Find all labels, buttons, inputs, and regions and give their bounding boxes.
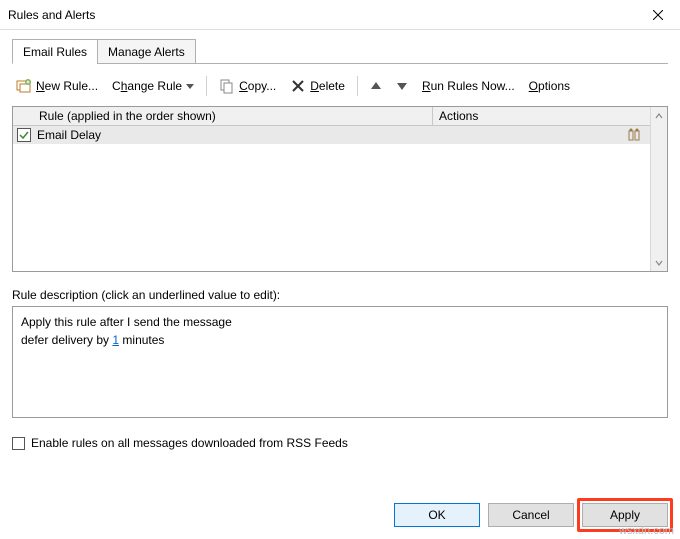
desc-line2-prefix: defer delivery by: [21, 333, 112, 347]
defer-icon: [626, 127, 642, 143]
dialog-footer: OK Cancel Apply: [394, 503, 668, 527]
window-title: Rules and Alerts: [8, 8, 95, 22]
tab-email-rules-label: Email Rules: [23, 45, 87, 59]
rss-label: Enable rules on all messages downloaded …: [31, 436, 348, 450]
col-rule-header[interactable]: Rule (applied in the order shown): [13, 107, 433, 125]
apply-label: Apply: [610, 508, 640, 522]
close-icon: [653, 10, 663, 20]
scroll-up-button[interactable]: [651, 107, 668, 124]
col-actions-header[interactable]: Actions: [433, 107, 650, 125]
chevron-down-icon: [655, 259, 663, 267]
options-label: Options: [529, 79, 570, 93]
desc-line1: Apply this rule after I send the message: [21, 313, 659, 331]
cancel-button[interactable]: Cancel: [488, 503, 574, 527]
close-button[interactable]: [636, 0, 680, 30]
dropdown-icon: [186, 79, 194, 93]
apply-button[interactable]: Apply: [582, 503, 668, 527]
new-rule-button[interactable]: New Rule...: [14, 76, 100, 96]
ok-button[interactable]: OK: [394, 503, 480, 527]
run-rules-button[interactable]: Run Rules Now...: [420, 77, 517, 95]
move-up-button[interactable]: [368, 78, 384, 94]
triangle-up-icon: [370, 80, 382, 92]
copy-label: Copy...: [239, 79, 276, 93]
rule-row[interactable]: Email Delay: [13, 126, 650, 144]
divider: [357, 76, 358, 96]
desc-line2-suffix: minutes: [119, 333, 164, 347]
delete-label: Delete: [310, 79, 345, 93]
chevron-up-icon: [655, 112, 663, 120]
tabs: Email Rules Manage Alerts: [12, 38, 668, 64]
desc-line2: defer delivery by 1 minutes: [21, 331, 659, 349]
delete-icon: [290, 78, 306, 94]
move-down-button[interactable]: [394, 78, 410, 94]
copy-icon: [219, 78, 235, 94]
ok-label: OK: [428, 508, 445, 522]
description-box: Apply this rule after I send the message…: [12, 306, 668, 418]
rule-name: Email Delay: [37, 128, 433, 142]
tab-manage-alerts-label: Manage Alerts: [108, 45, 185, 59]
toolbar: New Rule... Change Rule Copy... Delete: [12, 72, 668, 106]
description-label: Rule description (click an underlined va…: [12, 288, 668, 302]
new-rule-icon: [16, 78, 32, 94]
rules-header: Rule (applied in the order shown) Action…: [13, 107, 650, 126]
cancel-label: Cancel: [512, 508, 549, 522]
rss-option: Enable rules on all messages downloaded …: [12, 436, 668, 450]
tab-manage-alerts[interactable]: Manage Alerts: [97, 39, 196, 64]
tab-email-rules[interactable]: Email Rules: [12, 39, 98, 64]
rules-list: Rule (applied in the order shown) Action…: [12, 106, 668, 272]
titlebar: Rules and Alerts: [0, 0, 680, 30]
run-rules-label: Run Rules Now...: [422, 79, 515, 93]
apply-highlight: Apply: [577, 498, 673, 532]
divider: [206, 76, 207, 96]
rss-checkbox[interactable]: [12, 437, 25, 450]
change-rule-label: Change Rule: [112, 79, 182, 93]
copy-button[interactable]: Copy...: [217, 76, 278, 96]
delete-button[interactable]: Delete: [288, 76, 347, 96]
triangle-down-icon: [396, 80, 408, 92]
rule-checkbox[interactable]: [17, 128, 31, 142]
new-rule-label: New Rule...: [36, 79, 98, 93]
check-icon: [19, 130, 29, 140]
scrollbar[interactable]: [650, 107, 667, 271]
change-rule-button[interactable]: Change Rule: [110, 77, 196, 95]
scroll-down-button[interactable]: [651, 254, 668, 271]
options-button[interactable]: Options: [527, 77, 572, 95]
